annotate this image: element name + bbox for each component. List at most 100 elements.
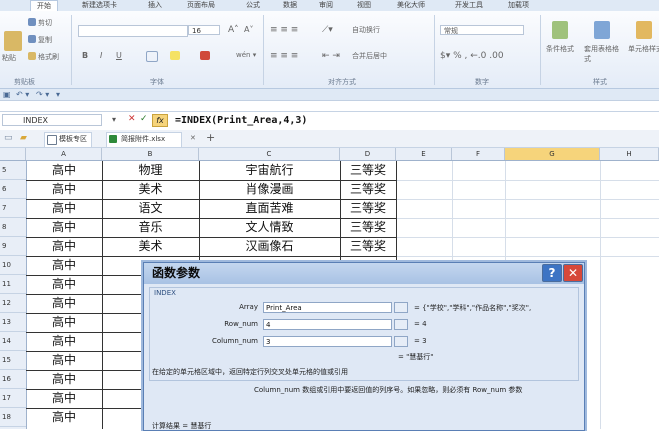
- underline-button[interactable]: U: [116, 51, 122, 60]
- tab-page-layout[interactable]: 页面布局: [187, 0, 215, 11]
- tab-insert[interactable]: 插入: [148, 0, 162, 11]
- cell-a17[interactable]: 高中: [26, 389, 102, 408]
- cell-a9[interactable]: 高中: [26, 237, 102, 256]
- help-button[interactable]: ?: [542, 264, 562, 282]
- row-header[interactable]: 6: [0, 180, 26, 199]
- fill-color-icon[interactable]: [170, 51, 180, 60]
- wrap-text-button[interactable]: 自动换行: [352, 25, 380, 35]
- font-color-icon[interactable]: [200, 51, 210, 60]
- shrink-font-icon[interactable]: A˅: [244, 25, 253, 34]
- format-painter-button[interactable]: 格式刷: [38, 52, 59, 62]
- cell-a14[interactable]: 高中: [26, 332, 102, 351]
- orientation-icon[interactable]: ⟋▾: [322, 25, 333, 35]
- paste-icon[interactable]: [4, 31, 22, 51]
- conditional-format-button[interactable]: 条件格式: [546, 44, 574, 54]
- arg-input-row-num[interactable]: 4: [263, 319, 392, 330]
- cell-a6[interactable]: 高中: [26, 180, 102, 199]
- cell-style-icon[interactable]: [636, 21, 652, 39]
- cut-icon[interactable]: [28, 18, 36, 26]
- bold-button[interactable]: B: [82, 51, 88, 60]
- align-top-icon[interactable]: ≡ ≡ ≡: [270, 25, 298, 35]
- new-tab-icon[interactable]: +: [206, 131, 215, 144]
- name-box-dropdown-icon[interactable]: ▾: [112, 115, 116, 124]
- row-header[interactable]: 5: [0, 161, 26, 180]
- cell-d7[interactable]: 三等奖: [340, 199, 396, 218]
- font-name-select[interactable]: [78, 25, 188, 37]
- font-size-select[interactable]: 16: [188, 25, 220, 35]
- column-header-c[interactable]: C: [199, 148, 340, 160]
- cell-c6[interactable]: 肖像漫画: [199, 180, 340, 199]
- column-header-h[interactable]: H: [600, 148, 659, 160]
- cell-b7[interactable]: 语文: [102, 199, 199, 218]
- row-header[interactable]: 16: [0, 370, 26, 389]
- column-header-b[interactable]: B: [102, 148, 199, 160]
- cell-c9[interactable]: 汉画像石: [199, 237, 340, 256]
- cell-b8[interactable]: 音乐: [102, 218, 199, 237]
- italic-button[interactable]: I: [100, 51, 102, 60]
- collapse-dialog-icon[interactable]: [394, 302, 408, 313]
- close-button[interactable]: ✕: [563, 264, 583, 282]
- cell-d6[interactable]: 三等奖: [340, 180, 396, 199]
- undo-icon[interactable]: ↶ ▾: [16, 90, 29, 99]
- formula-input[interactable]: =INDEX(Print_Area,4,3): [175, 114, 307, 128]
- arg-input-array[interactable]: Print_Area: [263, 302, 392, 313]
- open-folder-icon[interactable]: ▰: [20, 133, 27, 143]
- column-header-e[interactable]: E: [396, 148, 452, 160]
- column-header-a[interactable]: A: [26, 148, 102, 160]
- row-header[interactable]: 15: [0, 351, 26, 370]
- tab-developer[interactable]: 开发工具: [455, 0, 483, 11]
- row-header[interactable]: 12: [0, 294, 26, 313]
- redo-icon[interactable]: ↷ ▾: [36, 90, 49, 99]
- conditional-format-icon[interactable]: [552, 21, 568, 39]
- arg-input-column-num[interactable]: 3: [263, 336, 392, 347]
- row-header[interactable]: 17: [0, 389, 26, 408]
- border-icon[interactable]: [146, 51, 158, 62]
- cell-a11[interactable]: 高中: [26, 275, 102, 294]
- column-header-f[interactable]: F: [452, 148, 505, 160]
- cell-a13[interactable]: 高中: [26, 313, 102, 332]
- enter-icon[interactable]: ✓: [140, 114, 148, 124]
- table-format-button[interactable]: 套用表格格式: [584, 44, 620, 64]
- insert-function-button[interactable]: fx: [152, 114, 168, 127]
- tab-view[interactable]: 视图: [357, 0, 371, 11]
- column-header-g[interactable]: G: [505, 148, 600, 160]
- name-box[interactable]: INDEX: [2, 114, 102, 126]
- cell-a16[interactable]: 高中: [26, 370, 102, 389]
- collapse-dialog-icon[interactable]: [394, 336, 408, 347]
- doc-tab-workbook[interactable]: 简报附件.xlsx: [106, 132, 183, 147]
- row-header[interactable]: 11: [0, 275, 26, 294]
- tab-beautify[interactable]: 美化大师: [397, 0, 425, 11]
- cancel-icon[interactable]: ✕: [128, 114, 136, 124]
- tab-new[interactable]: 新建选项卡: [82, 0, 117, 11]
- row-header[interactable]: 10: [0, 256, 26, 275]
- customize-qat-icon[interactable]: ▾: [56, 90, 60, 99]
- cell-c8[interactable]: 文人情致: [199, 218, 340, 237]
- indent-icon[interactable]: ⇤ ⇥: [322, 51, 340, 61]
- tab-formulas[interactable]: 公式: [246, 0, 260, 11]
- row-header[interactable]: 7: [0, 199, 26, 218]
- table-format-icon[interactable]: [594, 21, 610, 39]
- save-icon[interactable]: ▣: [3, 90, 11, 99]
- align-left-icon[interactable]: ≡ ≡ ≡: [270, 51, 298, 61]
- format-painter-icon[interactable]: [28, 52, 36, 60]
- close-tab-icon[interactable]: ✕: [190, 134, 196, 142]
- cell-a7[interactable]: 高中: [26, 199, 102, 218]
- cell-b5[interactable]: 物理: [102, 161, 199, 180]
- paste-label[interactable]: 粘贴: [2, 53, 16, 63]
- cell-d9[interactable]: 三等奖: [340, 237, 396, 256]
- merge-center-button[interactable]: 合并后居中: [352, 51, 387, 61]
- cell-b9[interactable]: 美术: [102, 237, 199, 256]
- cell-c5[interactable]: 宇宙航行: [199, 161, 340, 180]
- row-header[interactable]: 9: [0, 237, 26, 256]
- cell-a5[interactable]: 高中: [26, 161, 102, 180]
- row-header[interactable]: 13: [0, 313, 26, 332]
- tab-review[interactable]: 审阅: [319, 0, 333, 11]
- copy-button[interactable]: 复制: [38, 35, 52, 45]
- column-header-d[interactable]: D: [340, 148, 396, 160]
- currency-icon[interactable]: $▾ % , ←.0 .00: [440, 51, 504, 61]
- grow-font-icon[interactable]: A˄: [228, 25, 239, 35]
- tab-addins[interactable]: 加载项: [508, 0, 529, 11]
- cell-a18[interactable]: 高中: [26, 408, 102, 427]
- phonetic-icon[interactable]: wén ▾: [236, 51, 256, 59]
- cell-a8[interactable]: 高中: [26, 218, 102, 237]
